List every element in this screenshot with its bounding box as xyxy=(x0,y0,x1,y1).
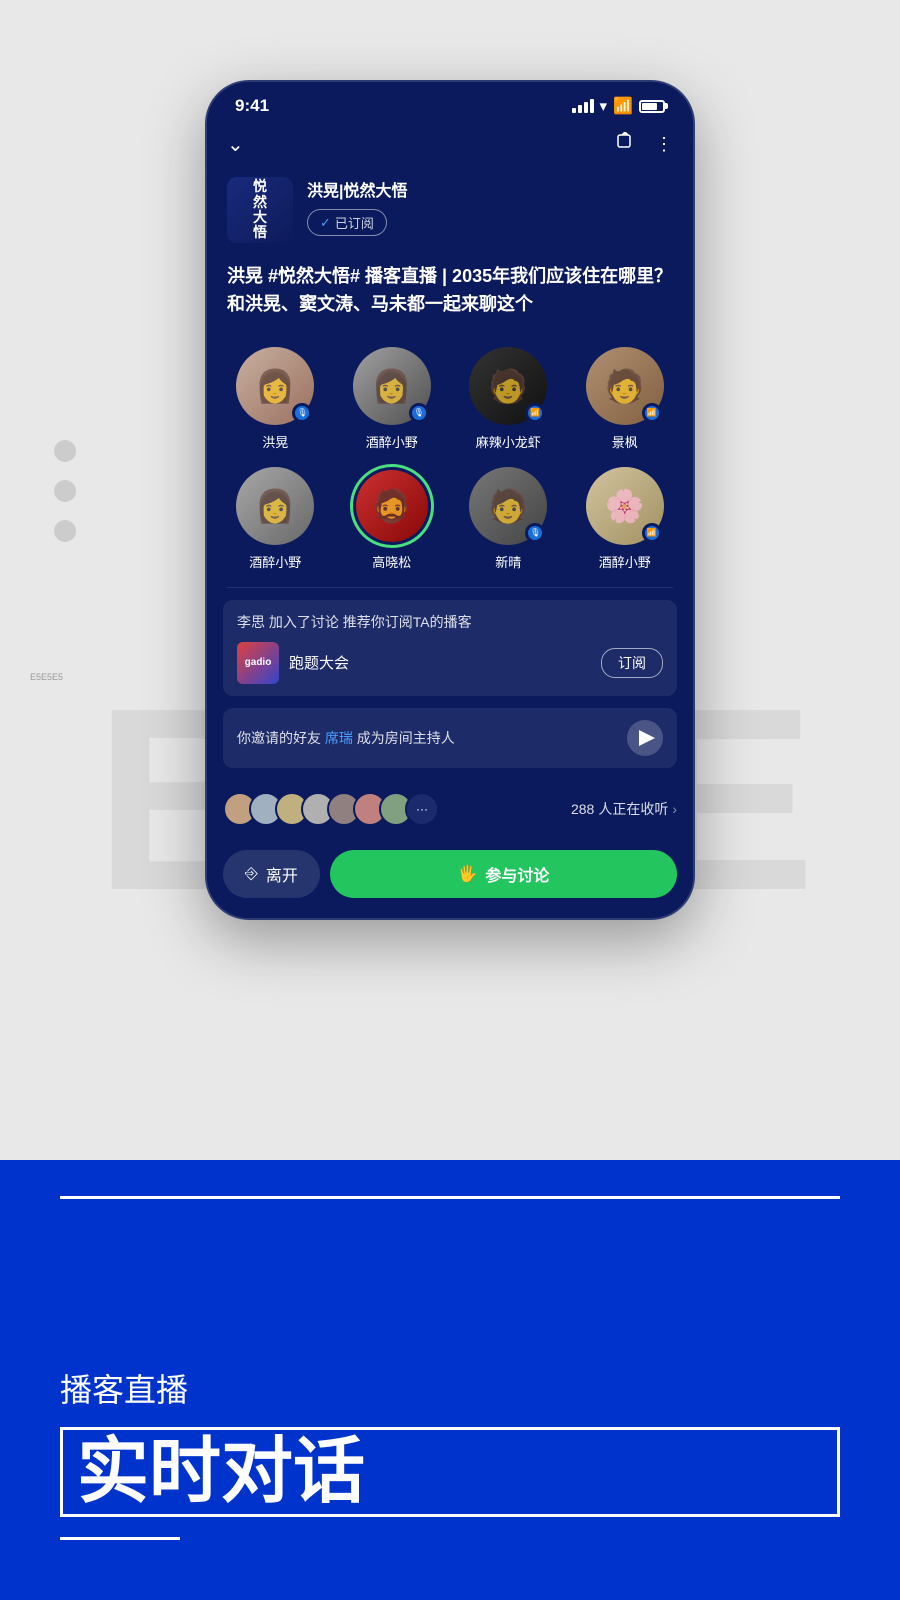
mic-badge: 🎙 xyxy=(295,406,309,420)
speaker-badge: 📶 xyxy=(642,523,662,543)
count-arrow-icon: › xyxy=(672,801,677,817)
speaker-item: 🧑 🎙 新晴 xyxy=(454,467,563,571)
speaker-name: 麻辣小龙虾 xyxy=(476,432,541,451)
dot-1 xyxy=(54,440,76,462)
speaker-badge: 📶 xyxy=(525,403,545,423)
speaker-avatar-wrap: 👩 🎙 xyxy=(353,347,431,425)
join-text: 李思 加入了讨论 推荐你订阅TA的播客 xyxy=(237,612,663,632)
bottom-title-text: 实时对话 xyxy=(77,1432,365,1512)
speaker-badge: 🎙 xyxy=(292,403,312,423)
speaker-name: 酒醉小野 xyxy=(249,552,301,571)
speaker-name: 酒醉小野 xyxy=(599,552,651,571)
speakers-grid: 👩 🎙 洪晃 👩 🎙 xyxy=(221,347,679,571)
bottom-section: 播客直播 实时对话 xyxy=(0,1160,900,1600)
speaker-name: 新晴 xyxy=(495,552,521,571)
check-icon: ✓ xyxy=(320,215,331,231)
top-line xyxy=(60,1196,840,1199)
bottom-title-box: 实时对话 xyxy=(60,1427,840,1517)
speaker-name: 酒醉小野 xyxy=(366,432,418,451)
listener-more: ··· xyxy=(405,792,439,826)
wifi-badge: 📶 xyxy=(528,406,542,420)
listeners-avatars: ··· xyxy=(223,792,431,826)
status-time: 9:41 xyxy=(235,96,269,116)
action-bar: ⎆ 离开 🖐 参与讨论 xyxy=(207,838,693,918)
share-icon[interactable] xyxy=(615,132,635,157)
speaker-name: 洪晃 xyxy=(262,432,288,451)
play-triangle-icon xyxy=(639,730,655,746)
speaker-badge: 🎙 xyxy=(525,523,545,543)
wifi-waves-icon: 📶 xyxy=(613,96,633,116)
rec-cover: gadio xyxy=(237,642,279,684)
mic-icon: 🎙 xyxy=(412,406,426,420)
friend-notification-text: 你邀请的好友 席瑞 成为房间主持人 xyxy=(237,728,455,748)
podcast-info: 洪晃|悦然大悟 ✓ 已订阅 xyxy=(307,177,673,236)
join-notification: 李思 加入了讨论 推荐你订阅TA的播客 gadio 跑题大会 订阅 xyxy=(223,600,677,696)
speaking-ring xyxy=(350,464,434,548)
speaker-item: 🧑 📶 景枫 xyxy=(571,347,680,451)
subscribed-button[interactable]: ✓ 已订阅 xyxy=(307,209,387,236)
speaker-avatar-wrap: 🧑 🎙 xyxy=(469,467,547,545)
podcast-header: 悦 然 大 悟 洪晃|悦然大悟 ✓ 已订阅 xyxy=(207,165,693,257)
rec-podcast-name: 跑题大会 xyxy=(289,652,591,673)
color-label: E5E5E5 xyxy=(30,672,63,682)
speaker-item: 👩 酒醉小野 xyxy=(221,467,330,571)
wifi-badge: 📶 xyxy=(645,406,659,420)
bottom-line xyxy=(60,1537,180,1540)
leave-button[interactable]: ⎆ 离开 xyxy=(223,850,320,898)
status-icons: ▾ 📶 xyxy=(572,96,665,116)
signal-icon xyxy=(572,99,594,113)
podcast-recommend: gadio 跑题大会 订阅 xyxy=(237,642,663,684)
podcast-name: 洪晃|悦然大悟 xyxy=(307,177,673,201)
speaker-avatar-wrap: 👩 xyxy=(236,467,314,545)
episode-title-text: 洪晃 #悦然大悟# 播客直播 | 2035年我们应该住在哪里？和洪晃、窦文涛、马… xyxy=(227,263,673,319)
play-button[interactable] xyxy=(627,720,663,756)
speaker-name: 高晓松 xyxy=(372,552,411,571)
nav-right-icons: ⋮ xyxy=(615,132,673,157)
dot-3 xyxy=(54,520,76,542)
nav-bar: ⌄ ⋮ xyxy=(207,124,693,165)
listeners-bar: ··· 288 人正在收听 › xyxy=(207,780,693,838)
speaker-badge: 📶 xyxy=(642,403,662,423)
status-bar: 9:41 ▾ 📶 xyxy=(207,82,693,124)
speaker-item: 🧑 📶 麻辣小龙虾 xyxy=(454,347,563,451)
wifi-icon: ▾ xyxy=(600,97,608,115)
speaker-item: 👩 🎙 酒醉小野 xyxy=(338,347,447,451)
speaker-avatar: 👩 xyxy=(236,467,314,545)
mic-icon: 🎙 xyxy=(528,526,542,540)
speaker-name: 景枫 xyxy=(612,432,638,451)
hand-icon: 🖐 xyxy=(457,864,477,884)
speaker-item: 🌸 📶 酒醉小野 xyxy=(571,467,680,571)
episode-title-section: 洪晃 #悦然大悟# 播客直播 | 2035年我们应该住在哪里？和洪晃、窦文涛、马… xyxy=(207,257,693,337)
bottom-subtitle: 播客直播 xyxy=(60,1365,840,1411)
listeners-count[interactable]: 288 人正在收听 › xyxy=(571,799,677,819)
phone-mockup: 9:41 ▾ 📶 ⌄ xyxy=(205,80,695,920)
podcast-cover: 悦 然 大 悟 xyxy=(227,177,293,243)
speaker-avatar-wrap: 🧑 📶 xyxy=(469,347,547,425)
divider xyxy=(227,587,673,588)
speaker-item: 🧔 高晓松 xyxy=(338,467,447,571)
speakers-section: 👩 🎙 洪晃 👩 🎙 xyxy=(207,337,693,587)
leave-icon: ⎆ xyxy=(245,865,258,883)
speaker-badge: 🎙 xyxy=(409,403,429,423)
friend-notification: 你邀请的好友 席瑞 成为房间主持人 xyxy=(223,708,677,768)
speaker-avatar-wrap: 🌸 📶 xyxy=(586,467,664,545)
phone-screen: 9:41 ▾ 📶 ⌄ xyxy=(205,80,695,920)
speaker-avatar-wrap: 🧑 📶 xyxy=(586,347,664,425)
side-dots xyxy=(54,440,76,542)
wifi-badge: 📶 xyxy=(645,526,659,540)
back-chevron-icon[interactable]: ⌄ xyxy=(227,132,244,157)
speaker-avatar-wrap: 🧔 xyxy=(353,467,431,545)
battery-icon xyxy=(639,100,665,113)
speaker-avatar-wrap: 👩 🎙 xyxy=(236,347,314,425)
join-discussion-button[interactable]: 🖐 参与讨论 xyxy=(330,850,677,898)
more-icon[interactable]: ⋮ xyxy=(655,134,673,155)
speaker-item: 👩 🎙 洪晃 xyxy=(221,347,330,451)
subscribe-button[interactable]: 订阅 xyxy=(601,648,663,678)
dot-2 xyxy=(54,480,76,502)
